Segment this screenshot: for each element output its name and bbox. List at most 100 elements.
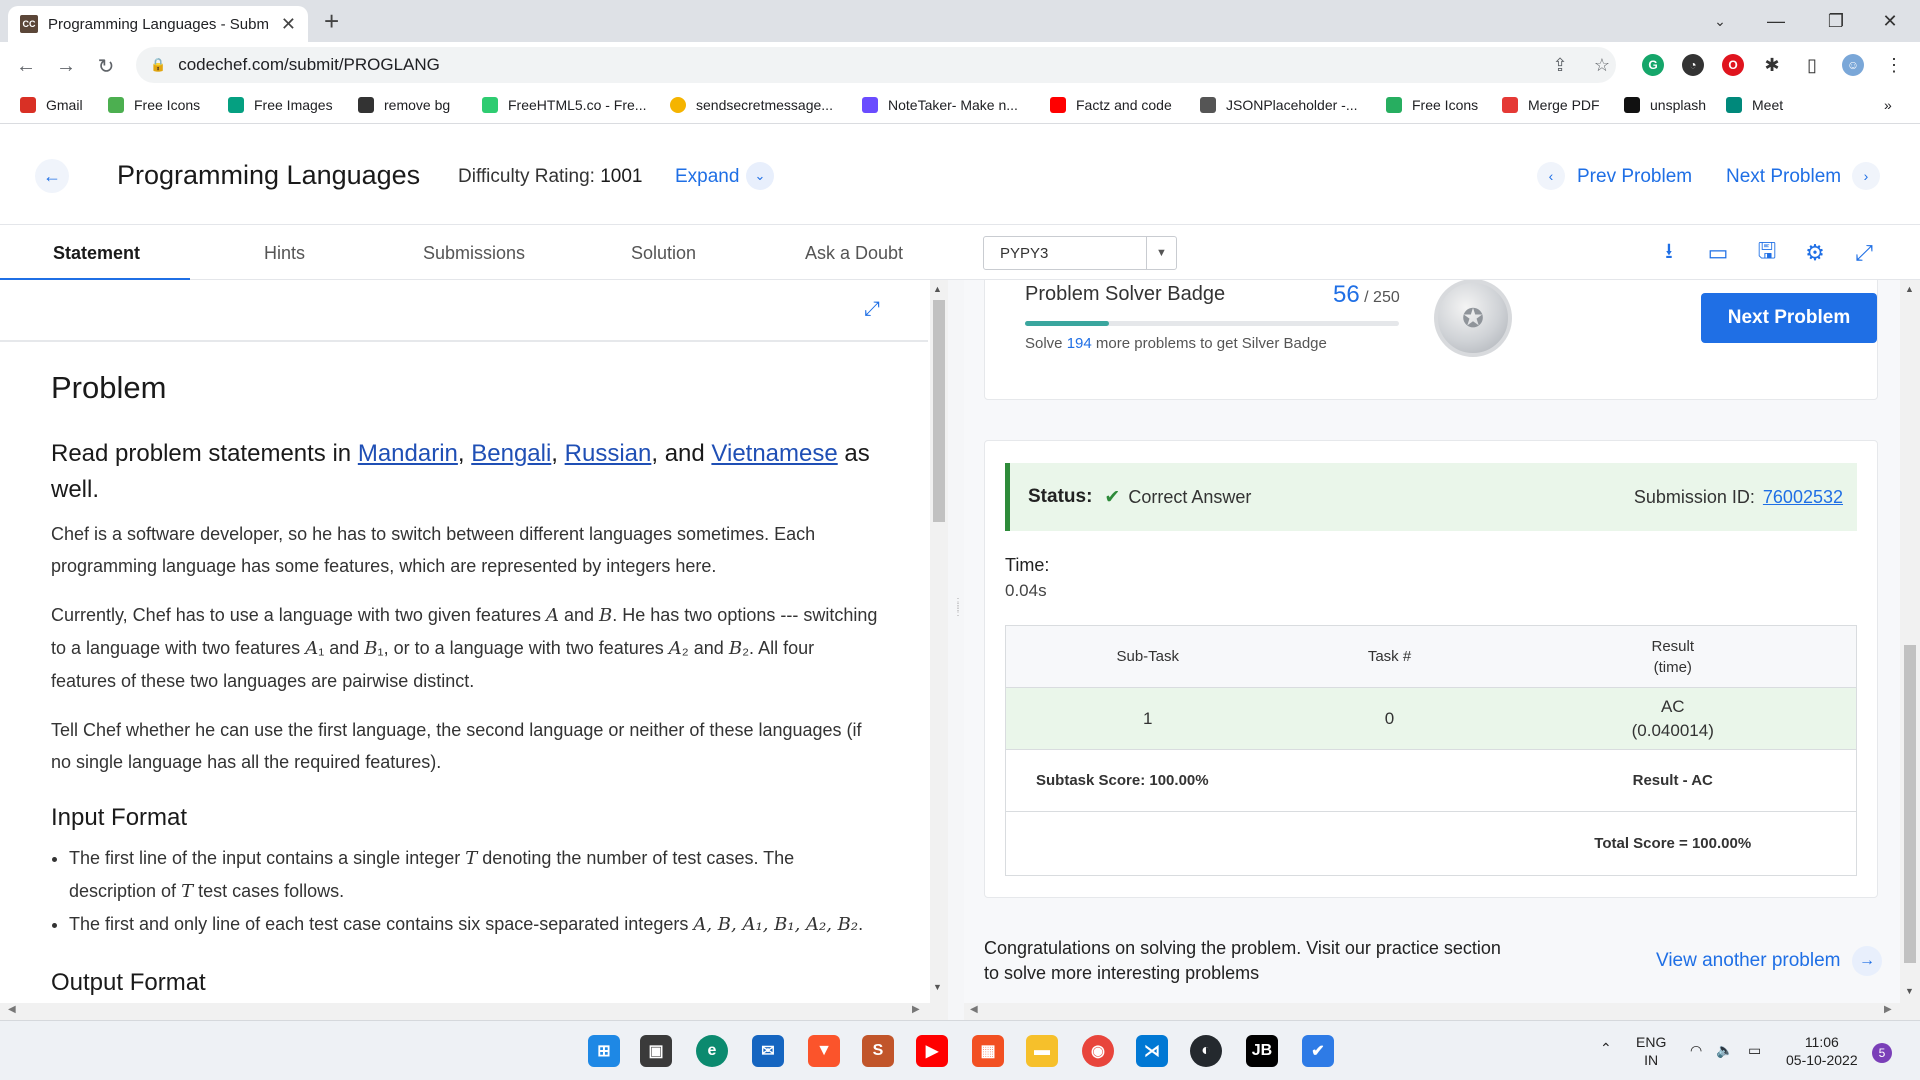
bookmark-item[interactable]: remove bg: [358, 97, 450, 113]
expand-button[interactable]: Expand: [675, 166, 739, 188]
vietnamese-link[interactable]: Vietnamese: [711, 440, 837, 467]
vscode-icon[interactable]: ⋊: [1136, 1035, 1168, 1067]
bookmark-item[interactable]: NoteTaker- Make n...: [862, 97, 1018, 113]
bookmark-item[interactable]: Factz and code: [1050, 97, 1172, 113]
view-another-problem-link[interactable]: View another problem: [1656, 950, 1840, 972]
russian-link[interactable]: Russian: [565, 440, 652, 467]
mail-icon[interactable]: ✉: [752, 1035, 784, 1067]
tab-search-icon[interactable]: ⌄: [1690, 0, 1750, 42]
language-indicator[interactable]: ENG IN: [1636, 1033, 1666, 1069]
minimize-button[interactable]: —: [1746, 0, 1806, 42]
browser-tab[interactable]: CC Programming Languages - Subm ✕: [8, 6, 308, 42]
tray-chevron-icon[interactable]: ⌃: [1600, 1039, 1612, 1057]
chrome-icon[interactable]: ◉: [1082, 1035, 1114, 1067]
scroll-thumb[interactable]: [933, 300, 945, 522]
sublime-text-icon[interactable]: S: [862, 1035, 894, 1067]
notification-badge[interactable]: 5: [1872, 1043, 1892, 1063]
close-window-button[interactable]: ✕: [1860, 0, 1920, 42]
comment-icon[interactable]: ▭: [1704, 239, 1732, 267]
grammarly-extension-icon[interactable]: G: [1642, 54, 1664, 76]
profile-avatar[interactable]: ☺: [1842, 54, 1864, 76]
microsoft-store-icon[interactable]: ▦: [972, 1035, 1004, 1067]
jetbrains-icon[interactable]: JB: [1246, 1035, 1278, 1067]
menu-kebab-icon[interactable]: ⋮: [1880, 51, 1908, 79]
puzzle-extensions-icon[interactable]: ✱: [1758, 51, 1786, 79]
reload-icon[interactable]: ↻: [90, 50, 122, 82]
forward-icon[interactable]: →: [50, 50, 82, 82]
bookmark-item[interactable]: sendsecretmessage...: [670, 97, 833, 113]
brave-browser-icon[interactable]: ▼: [808, 1035, 840, 1067]
next-problem-button[interactable]: Next Problem: [1701, 293, 1877, 343]
next-problem-link[interactable]: Next Problem: [1726, 166, 1841, 188]
pane-resize-handle[interactable]: ⋮ ⋮ ⋮: [948, 280, 964, 1020]
mandarin-link[interactable]: Mandarin: [358, 440, 458, 467]
bookmark-star-icon[interactable]: ☆: [1588, 51, 1616, 79]
settings-gear-icon[interactable]: ⚙: [1801, 239, 1829, 267]
scroll-left-icon[interactable]: ◀: [8, 1004, 16, 1015]
edge-browser-icon[interactable]: e: [696, 1035, 728, 1067]
address-bar[interactable]: 🔒 codechef.com/submit/PROGLANG: [136, 47, 1616, 83]
chevron-right-icon[interactable]: ›: [1852, 162, 1880, 190]
scroll-right-icon[interactable]: ▶: [1884, 1004, 1892, 1015]
bookmark-item[interactable]: Free Images: [228, 97, 333, 113]
clock[interactable]: 11:06 05-10-2022: [1786, 1033, 1858, 1069]
battery-icon[interactable]: ▭: [1748, 1041, 1761, 1059]
chevron-left-icon[interactable]: ‹: [1537, 162, 1565, 190]
scroll-down-icon[interactable]: ▼: [1905, 986, 1914, 996]
scroll-down-icon[interactable]: ▼: [933, 982, 942, 992]
side-panel-icon[interactable]: ▯: [1798, 51, 1826, 79]
volume-icon[interactable]: 🔈: [1716, 1041, 1733, 1059]
scroll-right-icon[interactable]: ▶: [912, 1004, 920, 1015]
statement-scrollbar[interactable]: ▲ ▼: [930, 280, 948, 1020]
bookmark-item[interactable]: JSONPlaceholder -...: [1200, 97, 1358, 113]
chevron-down-icon[interactable]: ⌄: [746, 162, 774, 190]
tab-submissions[interactable]: Submissions: [423, 243, 525, 264]
scroll-up-icon[interactable]: ▲: [1905, 284, 1914, 294]
dropdown-arrow-icon: ▼: [1146, 237, 1176, 269]
download-icon[interactable]: ⭳: [1655, 238, 1683, 267]
expand-statement-icon[interactable]: ⤢: [864, 298, 880, 321]
new-tab-button[interactable]: +: [324, 6, 339, 36]
fullscreen-icon[interactable]: ⤢: [1850, 239, 1878, 267]
tab-hints[interactable]: Hints: [264, 243, 305, 264]
browser-tab-title: Programming Languages - Subm: [48, 15, 268, 33]
bookmark-item[interactable]: FreeHTML5.co - Fre...: [482, 97, 646, 113]
arrow-right-icon[interactable]: →: [1852, 946, 1882, 976]
bookmark-item[interactable]: Gmail: [20, 97, 83, 113]
back-arrow-icon[interactable]: ←: [35, 159, 69, 193]
bookmark-item[interactable]: Free Icons: [1386, 97, 1478, 113]
scroll-thumb[interactable]: [1904, 645, 1916, 963]
back-icon[interactable]: ←: [10, 50, 42, 82]
opera-extension-icon[interactable]: O: [1722, 54, 1744, 76]
todo-check-icon[interactable]: ✔: [1302, 1035, 1334, 1067]
file-explorer-icon[interactable]: ▬: [1026, 1035, 1058, 1067]
extension-icon[interactable]: ◔: [1682, 54, 1704, 76]
bookmark-item[interactable]: unsplash: [1624, 97, 1706, 113]
submission-id-link[interactable]: 76002532: [1763, 487, 1843, 507]
results-scrollbar[interactable]: ▲ ▼: [1900, 280, 1920, 1003]
input-format-heading: Input Format: [51, 804, 188, 831]
task-view-icon[interactable]: ▣: [640, 1035, 672, 1067]
prev-problem-link[interactable]: Prev Problem: [1577, 166, 1692, 188]
results-hscrollbar[interactable]: ◀ ▶: [964, 1003, 1920, 1020]
youtube-icon[interactable]: ▶: [916, 1035, 948, 1067]
tab-statement[interactable]: Statement: [53, 243, 140, 264]
share-icon[interactable]: ⇪: [1546, 51, 1574, 79]
bookmark-item[interactable]: Free Icons: [108, 97, 200, 113]
bengali-link[interactable]: Bengali: [471, 440, 551, 467]
language-select[interactable]: PYPY3 ▼: [983, 236, 1177, 270]
windows-start-icon[interactable]: ⊞: [588, 1035, 620, 1067]
tab-solution[interactable]: Solution: [631, 243, 696, 264]
tab-ask-a-doubt[interactable]: Ask a Doubt: [805, 243, 903, 264]
statement-hscrollbar[interactable]: ◀ ▶: [0, 1003, 930, 1020]
wifi-icon[interactable]: ◠: [1690, 1041, 1702, 1059]
github-icon[interactable]: ◐: [1190, 1035, 1222, 1067]
save-icon[interactable]: 🖫: [1753, 238, 1781, 267]
restore-button[interactable]: ❐: [1806, 0, 1866, 42]
scroll-up-icon[interactable]: ▲: [933, 284, 942, 294]
bookmarks-more-icon[interactable]: »: [1884, 97, 1892, 113]
close-tab-icon[interactable]: ✕: [281, 14, 296, 35]
scroll-left-icon[interactable]: ◀: [970, 1004, 978, 1015]
bookmark-item[interactable]: Meet: [1726, 97, 1783, 113]
bookmark-item[interactable]: Merge PDF: [1502, 97, 1600, 113]
